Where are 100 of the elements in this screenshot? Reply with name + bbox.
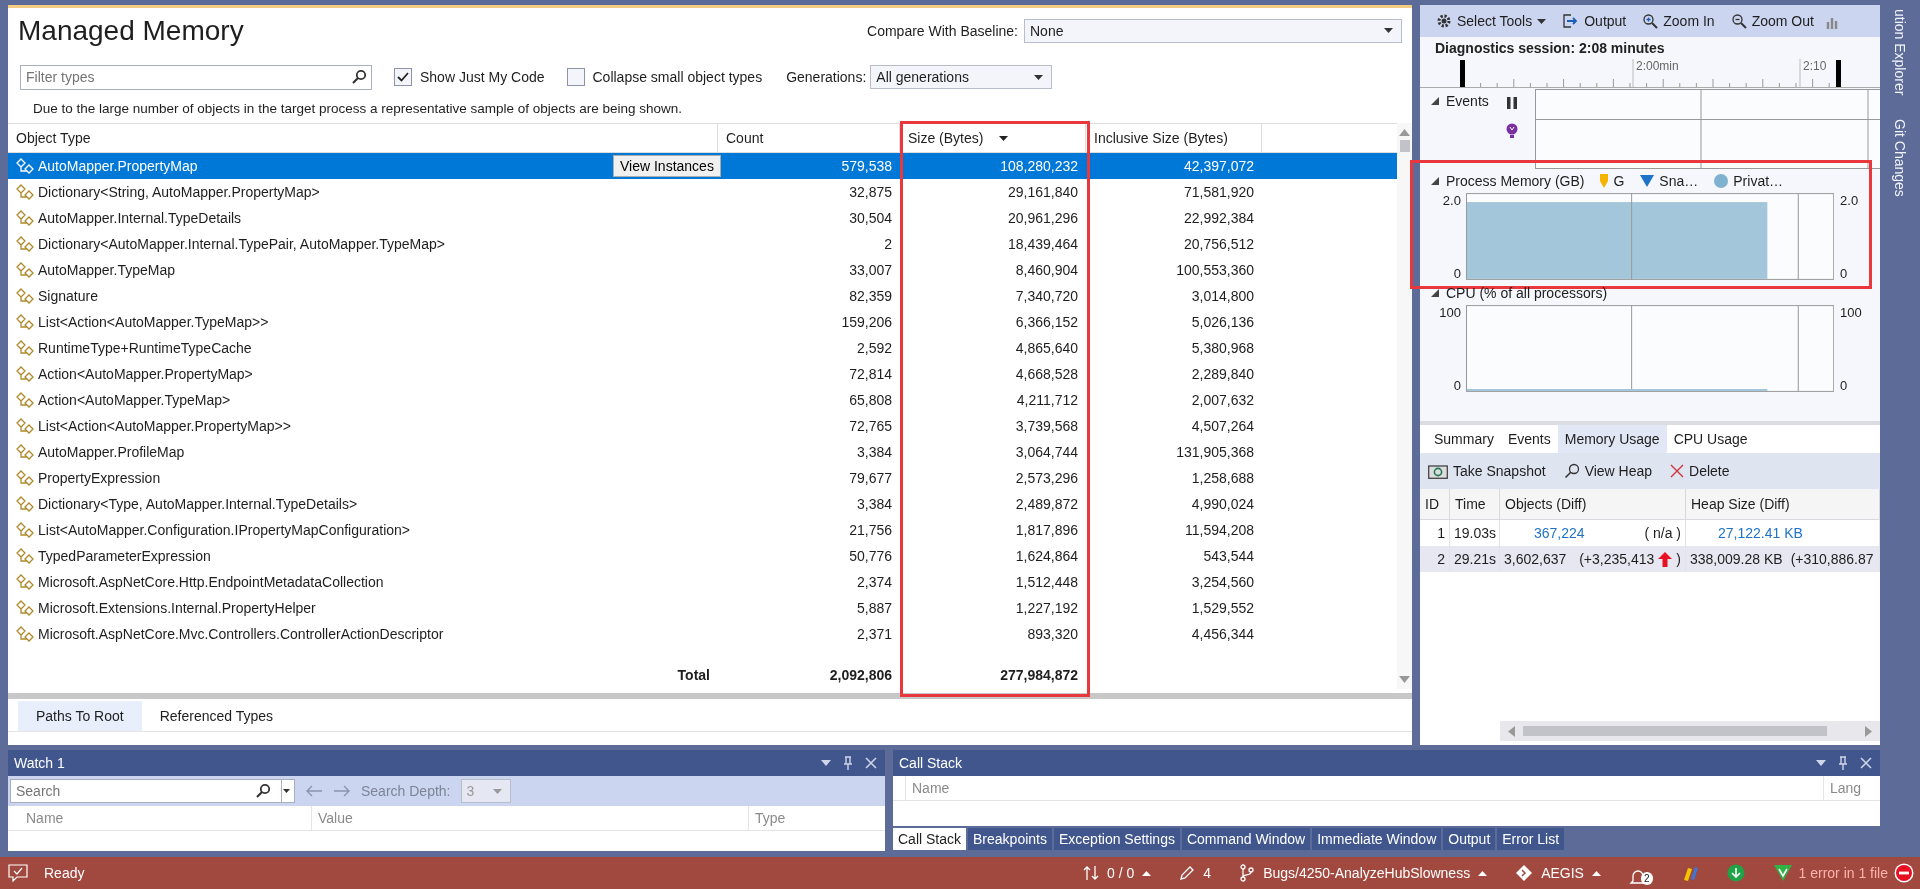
table-cell-text: 1,817,896 [1014, 522, 1079, 538]
toolbar-button[interactable]: Select Tools [1432, 8, 1551, 34]
baseline-dropdown[interactable]: None [1024, 18, 1402, 43]
filter-field[interactable]: Filter types [20, 64, 372, 90]
toolbar-button[interactable]: Take Snapshot [1428, 463, 1546, 479]
tab[interactable]: Memory Usage [1557, 425, 1667, 453]
view-instances-button[interactable]: View Instances [613, 155, 721, 177]
table-row[interactable]: List<Action<AutoMapper.PropertyMap>> 72,765 3,739,568 4,507,264 [8, 413, 1397, 439]
tab[interactable]: Output [1443, 828, 1496, 850]
column-header[interactable]: Object Type [8, 124, 718, 152]
table-row[interactable]: RuntimeType+RuntimeTypeCache 2,592 4,865,640 5,380,968 [8, 335, 1397, 361]
table-row[interactable]: AutoMapper.Internal.TypeDetails 30,504 20,961,296 22,992,384 [8, 205, 1397, 231]
column-header[interactable]: Time [1450, 489, 1500, 519]
table-row[interactable]: 2 29.21s 3,602,637 (+3,235,413 ) 338,009.28 KB (+310,886.87 [1420, 546, 1880, 572]
total-label: Total [676, 667, 711, 683]
table-cell-text: 108,280,232 [999, 158, 1079, 174]
legend-label: Sna… [1659, 173, 1699, 189]
dropdown-icon[interactable] [1816, 760, 1826, 766]
toolbar-button[interactable]: Zoom In [1638, 8, 1719, 34]
scroll-right-icon[interactable] [1865, 725, 1872, 737]
table-row[interactable]: Dictionary<String, AutoMapper.PropertyMap> 32,875 29,161,840 71,581,920 [8, 179, 1397, 205]
table-row[interactable]: TypedParameterExpression 50,776 1,624,864 543,544 [8, 543, 1397, 569]
table-row[interactable]: Action<AutoMapper.TypeMap> 65,808 4,211,712 2,007,632 [8, 387, 1397, 413]
status-item[interactable]: 0 / 0 [1083, 859, 1152, 887]
error-status[interactable]: 1 error in 1 file [1772, 859, 1914, 887]
vertical-scrollbar[interactable] [1397, 123, 1412, 689]
tab[interactable]: Error List [1497, 828, 1565, 850]
table-row[interactable]: AutoMapper.PropertyMap View Instances 579,538 108,280,232 42,397,072 [8, 153, 1397, 179]
expander-icon[interactable] [1430, 176, 1440, 186]
scroll-up-icon[interactable] [1399, 129, 1410, 136]
column-header[interactable]: Inclusive Size (Bytes) [1086, 124, 1262, 152]
table-row[interactable]: Dictionary<Type, AutoMapper.Internal.TypeDetails> 3,384 2,489,872 4,990,024 [8, 491, 1397, 517]
tab[interactable]: Summary [1427, 425, 1501, 453]
tab[interactable]: Breakpoints [968, 828, 1052, 850]
pin-icon[interactable] [843, 756, 853, 770]
tab[interactable]: Referenced Types [141, 701, 292, 731]
expander-icon[interactable] [1430, 96, 1440, 106]
tab[interactable]: CPU Usage [1666, 425, 1755, 453]
side-tab[interactable]: Git Changes [1889, 115, 1911, 202]
column-header[interactable]: Size (Bytes) [900, 124, 1086, 152]
tab[interactable]: Call Stack [893, 828, 967, 850]
expander-icon[interactable] [1430, 288, 1440, 298]
table-cell-text: 3,384 [855, 496, 893, 512]
tab[interactable]: Paths To Root [18, 701, 142, 731]
table-row[interactable]: PropertyExpression 79,677 2,573,296 1,258,688 [8, 465, 1397, 491]
tab[interactable]: Exception Settings [1053, 828, 1180, 850]
table-cell-text: 159,206 [840, 314, 893, 330]
column-header[interactable]: Objects (Diff) [1500, 489, 1686, 519]
scroll-down-icon[interactable] [1399, 676, 1410, 683]
objects-link[interactable]: 367,224 [1534, 525, 1585, 541]
toolbar-button[interactable]: Zoom Out [1726, 8, 1818, 34]
generations-dropdown[interactable]: All generations [870, 65, 1053, 89]
table-row[interactable]: List<Action<AutoMapper.TypeMap>> 159,206 6,366,152 5,026,136 [8, 309, 1397, 335]
close-icon[interactable] [1860, 757, 1872, 769]
table-row[interactable]: Microsoft.Extensions.Internal.PropertyHelper 5,887 1,227,192 1,529,552 [8, 595, 1397, 621]
horizontal-scrollbar[interactable] [1500, 721, 1880, 741]
table-row[interactable]: Microsoft.AspNetCore.Http.EndpointMetadataCollection 2,374 1,512,448 3,254,560 [8, 569, 1397, 595]
table-cell-text: 100,553,360 [1175, 262, 1255, 278]
timeline-ruler[interactable] [1420, 59, 1880, 89]
table-cell-text: 4,456,344 [1190, 626, 1255, 642]
side-tab[interactable]: ution Explorer [1889, 5, 1911, 100]
checkbox[interactable] [566, 68, 585, 86]
toolbar-button[interactable]: View Heap [1563, 463, 1653, 479]
toolbar-button[interactable]: Output [1558, 8, 1631, 34]
pause-icon [1506, 97, 1517, 109]
table-row[interactable]: Dictionary<AutoMapper.Internal.TypePair, AutoMapper.TypeMap> 2 18,439,464 20,756,512 [8, 231, 1397, 257]
checkbox[interactable] [394, 68, 412, 86]
table-row[interactable]: Microsoft.AspNetCore.Mvc.Controllers.ControllerActionDescriptor 2,371 893,320 4,456,344 [8, 621, 1397, 647]
column-header[interactable]: Count [718, 124, 900, 152]
status-item[interactable]: AEGIS [1515, 859, 1601, 887]
table-cell: RuntimeType+RuntimeTypeCache [38, 340, 252, 356]
scroll-thumb[interactable] [1399, 140, 1410, 152]
heap-link[interactable]: 27,122.41 KB [1718, 525, 1803, 541]
dropdown-icon[interactable] [821, 760, 831, 766]
status-item[interactable]: 4 [1179, 859, 1212, 887]
status-item[interactable]: 2 [1628, 859, 1653, 887]
column-header[interactable]: Name [20, 806, 312, 830]
tab[interactable]: Command Window [1181, 828, 1311, 850]
table-row[interactable]: AutoMapper.ProfileMap 3,384 3,064,744 131,905,368 [8, 439, 1397, 465]
table-row[interactable]: AutoMapper.TypeMap 33,007 8,460,904 100,553,360 [8, 257, 1397, 283]
column-header[interactable]: Name [905, 776, 1824, 800]
table-row[interactable]: Signature 82,359 7,340,720 3,014,800 [8, 283, 1397, 309]
column-header[interactable]: Lang [1824, 776, 1880, 800]
column-header[interactable]: Type [749, 806, 885, 830]
close-icon[interactable] [865, 757, 877, 769]
table-cell-text: 2,092,806 [828, 667, 893, 683]
scroll-thumb[interactable] [1523, 726, 1827, 736]
status-item[interactable]: Bugs/4250-AnalyzeHubSlowness [1239, 859, 1488, 887]
type-icon [16, 392, 34, 408]
scroll-left-icon[interactable] [1508, 725, 1515, 737]
search-field[interactable]: Search [10, 779, 295, 803]
column-header[interactable]: ID [1420, 489, 1450, 519]
table-row[interactable]: List<AutoMapper.Configuration.IPropertyMapConfiguration> 21,756 1,817,896 11,594,208 [8, 517, 1397, 543]
tab[interactable]: Events [1500, 425, 1558, 453]
tab[interactable]: Immediate Window [1312, 828, 1442, 850]
toolbar-button[interactable]: Delete [1670, 463, 1730, 479]
type-icon [16, 548, 34, 564]
pin-icon[interactable] [1838, 756, 1848, 770]
table-row[interactable]: Action<AutoMapper.PropertyMap> 72,814 4,668,528 2,289,840 [8, 361, 1397, 387]
table-cell-text: 4,507,264 [1190, 418, 1255, 434]
